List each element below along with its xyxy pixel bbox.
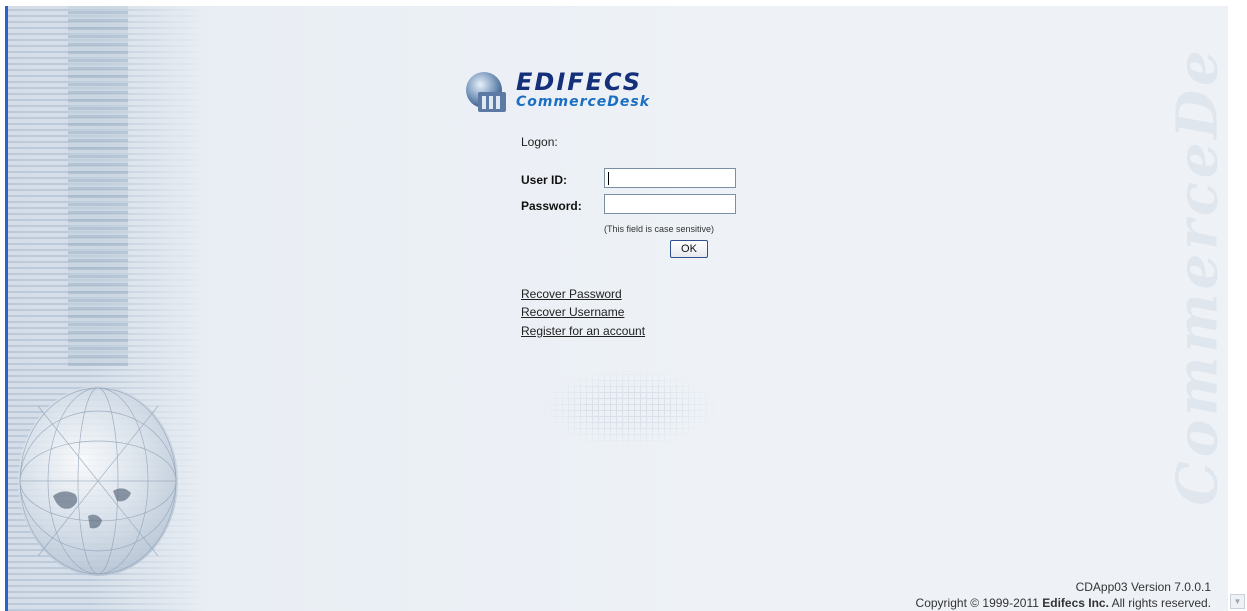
logo-product-text: CommerceDesk xyxy=(516,94,651,110)
ok-button[interactable]: OK xyxy=(670,240,708,258)
register-account-link[interactable]: Register for an account xyxy=(521,324,645,338)
globe-image xyxy=(18,386,178,576)
password-hint: (This field is case sensitive) xyxy=(604,224,715,234)
user-id-label: User ID: xyxy=(521,173,568,187)
chevron-down-icon[interactable]: ▼ xyxy=(1230,594,1245,609)
watermark: CommerceDe xyxy=(1165,6,1228,546)
logon-heading: Logon: xyxy=(521,135,558,149)
recover-password-link[interactable]: Recover Password xyxy=(521,287,622,301)
left-border xyxy=(0,0,8,611)
grid-decoration xyxy=(538,368,718,448)
text-caret xyxy=(608,172,609,185)
version-text: CDApp03 Version 7.0.0.1 xyxy=(1075,580,1211,594)
company-name: Edifecs Inc. xyxy=(1042,596,1109,610)
edifecs-logo: EDIFECS CommerceDesk xyxy=(462,66,762,116)
logo-brand-text: EDIFECS xyxy=(516,68,643,96)
copyright-suffix: All rights reserved. xyxy=(1108,596,1211,610)
copyright-text: Copyright © 1999-2011 Edifecs Inc. All r… xyxy=(916,596,1211,610)
copyright-prefix: Copyright © 1999-2011 xyxy=(915,596,1043,610)
watermark-text: CommerceDe xyxy=(1165,46,1228,506)
edifecs-logo-icon xyxy=(466,72,506,112)
password-label: Password: xyxy=(521,199,582,213)
tower-image xyxy=(68,6,128,366)
recover-username-link[interactable]: Recover Username xyxy=(521,305,624,319)
password-input[interactable] xyxy=(604,194,736,214)
user-id-input[interactable] xyxy=(604,168,736,188)
vertical-scrollbar[interactable] xyxy=(1228,6,1247,611)
